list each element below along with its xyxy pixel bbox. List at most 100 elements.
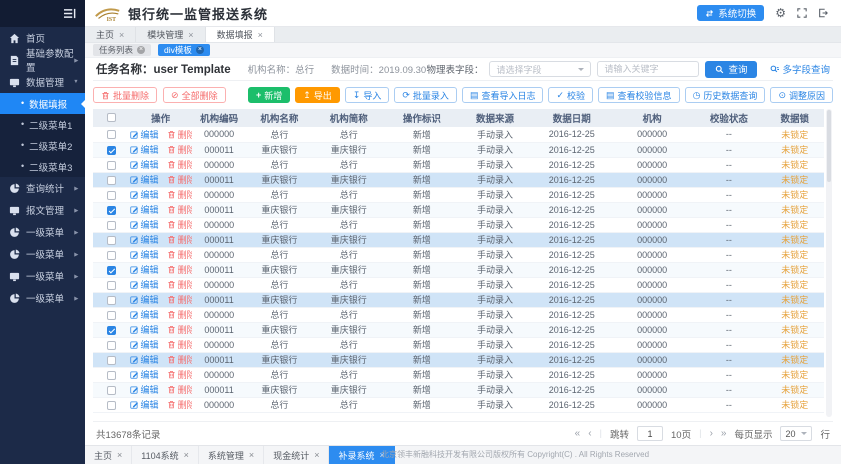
edit-link[interactable]: 编辑 — [130, 368, 159, 381]
edit-link[interactable]: 编辑 — [130, 278, 159, 291]
edit-link[interactable]: 编辑 — [130, 323, 159, 336]
sidebar-item-menu-2[interactable]: 一级菜单 ▶ — [0, 243, 85, 265]
field-select[interactable]: 请选择字段 — [489, 61, 591, 77]
delete-link[interactable]: 删除 — [167, 248, 192, 261]
sidebar-item-base-config[interactable]: 基础参数配置 ▶ — [0, 49, 85, 71]
delete-link[interactable]: 删除 — [167, 158, 192, 171]
edit-link[interactable]: 编辑 — [130, 143, 159, 156]
row-checkbox[interactable] — [107, 130, 116, 139]
edit-link[interactable]: 编辑 — [130, 218, 159, 231]
sidebar-item-menu-4[interactable]: 一级菜单 ▶ — [0, 287, 85, 309]
validate-button[interactable]: ✓ 校验 — [548, 87, 593, 103]
sidebar-item-query-stats[interactable]: 查询统计 ▶ — [0, 177, 85, 199]
batch-delete-button[interactable]: 批量删除 — [93, 87, 157, 103]
import-button[interactable]: ↧ 导入 — [345, 87, 390, 103]
edit-link[interactable]: 编辑 — [130, 233, 159, 246]
taskbar-tab-home[interactable]: 主页× — [85, 446, 132, 464]
edit-link[interactable]: 编辑 — [130, 248, 159, 261]
add-button[interactable]: + 新增 — [248, 87, 290, 103]
menu-collapse-icon[interactable] — [63, 8, 76, 19]
close-icon[interactable]: × — [117, 450, 122, 460]
row-checkbox[interactable] — [107, 296, 116, 305]
export-button[interactable]: ↥ 导出 — [295, 87, 340, 103]
close-icon[interactable]: × — [258, 30, 263, 40]
next-page-icon[interactable]: › — [710, 428, 713, 439]
delete-link[interactable]: 删除 — [167, 353, 192, 366]
row-checkbox[interactable] — [107, 311, 116, 320]
row-checkbox[interactable] — [107, 191, 116, 200]
sidebar-item-submenu-3[interactable]: •二级菜单3 — [0, 156, 85, 177]
sidebar-item-message-manage[interactable]: 报文管理 ▶ — [0, 199, 85, 221]
delete-link[interactable]: 删除 — [167, 203, 192, 216]
per-page-select[interactable]: 20 — [780, 426, 812, 441]
delete-link[interactable]: 删除 — [167, 398, 192, 411]
delete-link[interactable]: 删除 — [167, 338, 192, 351]
keyword-input[interactable] — [597, 61, 699, 77]
edit-link[interactable]: 编辑 — [130, 338, 159, 351]
delete-link[interactable]: 删除 — [167, 188, 192, 201]
search-button[interactable]: 查询 — [705, 61, 757, 78]
close-icon[interactable]: × — [184, 450, 189, 460]
delete-link[interactable]: 删除 — [167, 278, 192, 291]
tab-home[interactable]: 主页× — [85, 27, 136, 42]
page-jump-input[interactable] — [637, 426, 663, 441]
row-checkbox[interactable] — [107, 206, 116, 215]
edit-link[interactable]: 编辑 — [130, 293, 159, 306]
sidebar-item-menu-3[interactable]: 一级菜单 ▶ — [0, 265, 85, 287]
close-icon[interactable]: × — [249, 450, 254, 460]
delete-link[interactable]: 删除 — [167, 173, 192, 186]
taskbar-tab-cash-stats[interactable]: 现金统计× — [264, 446, 329, 464]
adjust-reason-button[interactable]: ⊙ 调整原因 — [770, 87, 833, 103]
row-checkbox[interactable] — [107, 161, 116, 170]
system-switch-button[interactable]: 系统切换 — [697, 5, 764, 21]
edit-link[interactable]: 编辑 — [130, 353, 159, 366]
edit-link[interactable]: 编辑 — [130, 398, 159, 411]
row-checkbox[interactable] — [107, 146, 116, 155]
close-icon[interactable]: × — [196, 46, 204, 54]
gear-icon[interactable]: ⚙ — [775, 7, 786, 19]
delete-link[interactable]: 删除 — [167, 383, 192, 396]
taskbar-tab-sys-1104[interactable]: 1104系统× — [132, 446, 199, 464]
sidebar-item-data-fill[interactable]: •数据填报 — [0, 93, 85, 114]
delete-link[interactable]: 删除 — [167, 218, 192, 231]
scrollbar-thumb[interactable] — [827, 110, 831, 182]
row-checkbox[interactable] — [107, 221, 116, 230]
multi-field-query-link[interactable]: 多字段查询 — [770, 62, 830, 76]
row-checkbox[interactable] — [107, 266, 116, 275]
chip-task-list[interactable]: 任务列表× — [93, 44, 151, 56]
delete-link[interactable]: 删除 — [167, 308, 192, 321]
delete-all-button[interactable]: ⊘ 全部删除 — [163, 87, 226, 103]
row-checkbox[interactable] — [107, 251, 116, 260]
delete-link[interactable]: 删除 — [167, 323, 192, 336]
sidebar-item-submenu-2[interactable]: •二级菜单2 — [0, 135, 85, 156]
prev-page-icon[interactable]: ‹ — [588, 428, 591, 439]
row-checkbox[interactable] — [107, 401, 116, 410]
delete-link[interactable]: 删除 — [167, 293, 192, 306]
history-query-button[interactable]: ◷ 历史数据查询 — [685, 87, 766, 103]
row-checkbox[interactable] — [107, 236, 116, 245]
edit-link[interactable]: 编辑 — [130, 188, 159, 201]
taskbar-tab-sys-manage[interactable]: 系统管理× — [199, 446, 264, 464]
edit-link[interactable]: 编辑 — [130, 263, 159, 276]
row-checkbox[interactable] — [107, 281, 116, 290]
tab-module-manage[interactable]: 模块管理× — [136, 27, 205, 42]
sidebar-item-menu-1[interactable]: 一级菜单 ▶ — [0, 221, 85, 243]
delete-link[interactable]: 删除 — [167, 368, 192, 381]
first-page-icon[interactable]: « — [575, 428, 581, 439]
row-checkbox[interactable] — [107, 371, 116, 380]
view-import-log-button[interactable]: ▤ 查看导入日志 — [462, 87, 544, 103]
edit-link[interactable]: 编辑 — [130, 173, 159, 186]
edit-link[interactable]: 编辑 — [130, 158, 159, 171]
row-checkbox[interactable] — [107, 341, 116, 350]
close-icon[interactable]: × — [119, 30, 124, 40]
select-all-checkbox[interactable] — [107, 113, 116, 122]
delete-link[interactable]: 删除 — [167, 263, 192, 276]
view-validate-info-button[interactable]: ▤ 查看校验信息 — [598, 87, 680, 103]
close-icon[interactable]: × — [314, 450, 319, 460]
delete-link[interactable]: 删除 — [167, 233, 192, 246]
row-checkbox[interactable] — [107, 176, 116, 185]
close-icon[interactable]: × — [188, 30, 193, 40]
chip-div-template[interactable]: div模板× — [158, 44, 210, 56]
row-checkbox[interactable] — [107, 356, 116, 365]
edit-link[interactable]: 编辑 — [130, 128, 159, 141]
